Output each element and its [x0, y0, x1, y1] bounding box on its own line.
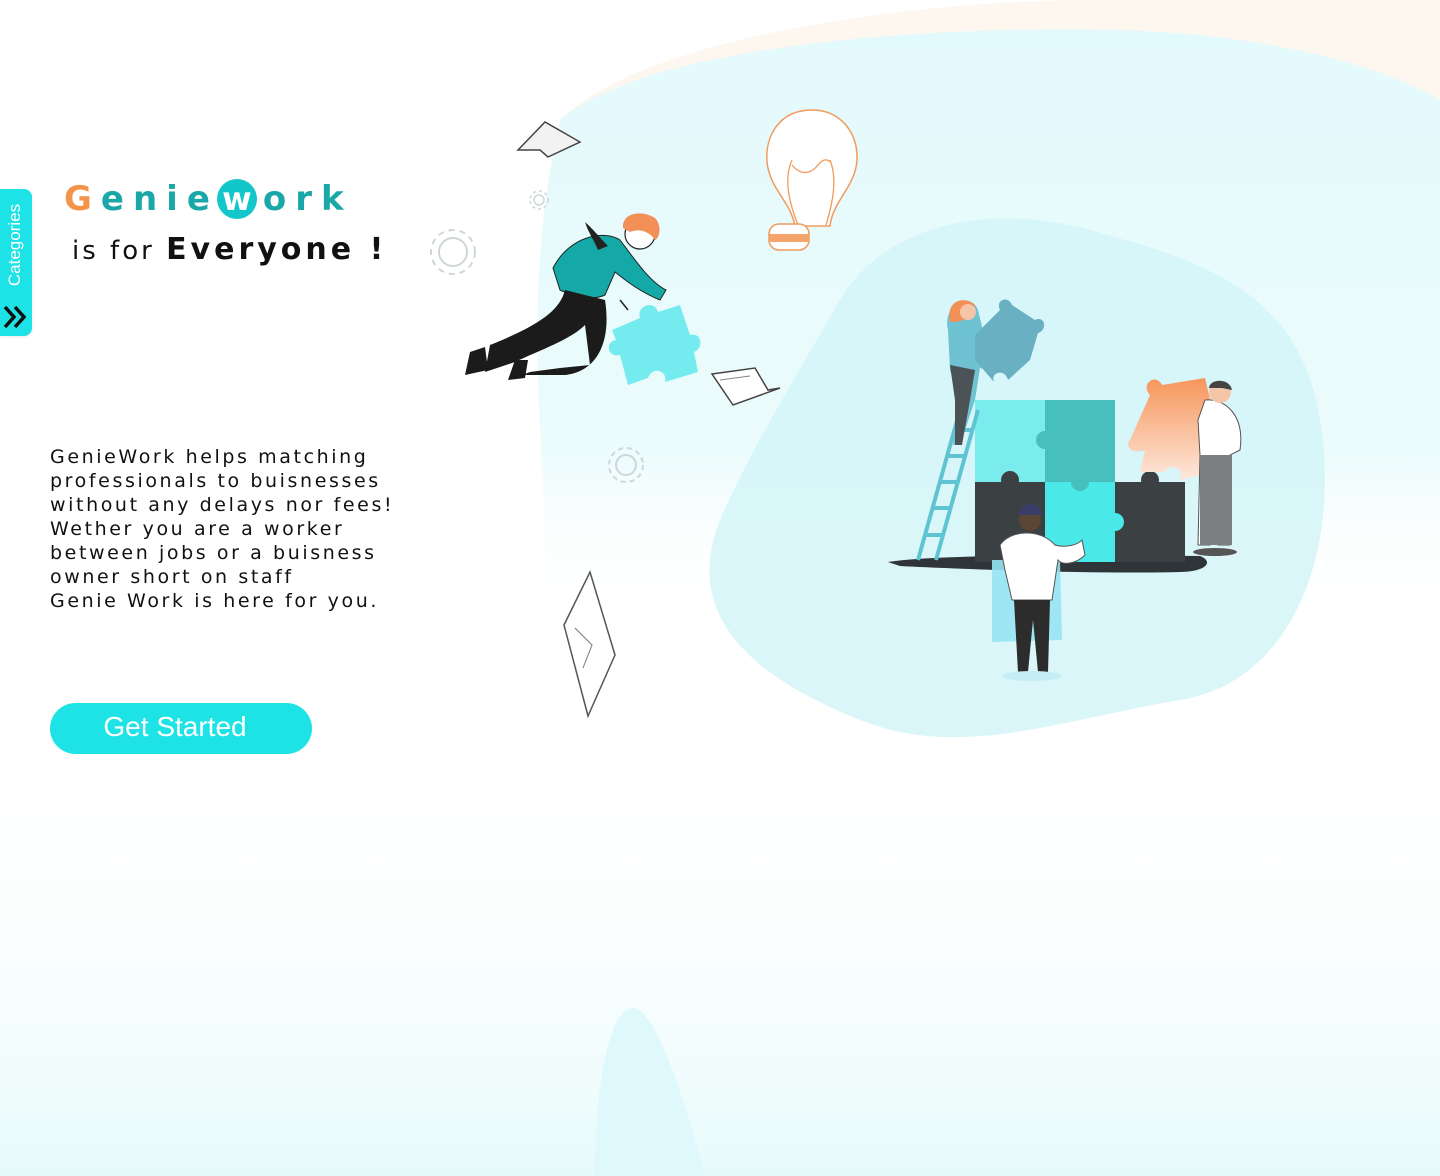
description: GenieWork helps matching professionals t… — [50, 445, 430, 613]
categories-label: Categories — [5, 203, 24, 287]
tagline-emphasis: Everyone ! — [166, 232, 388, 267]
description-line: professionals to buisnesses — [50, 470, 381, 492]
get-started-button[interactable]: Get Started — [50, 703, 312, 754]
brand-text-ork: ork — [262, 179, 353, 219]
gear-icon — [529, 190, 549, 210]
brand-text-enie: enie — [100, 179, 219, 219]
description-line: between jobs or a buisness — [50, 542, 377, 564]
description-line: GenieWork helps matching — [50, 446, 369, 468]
double-chevron-right-icon[interactable] — [2, 302, 32, 332]
description-line: Genie Work is here for you. — [50, 590, 380, 612]
tagline: is for Everyone ! — [72, 232, 387, 267]
description-line: owner short on staff — [50, 566, 294, 588]
tagline-prefix: is for — [72, 236, 155, 266]
gear-icon — [430, 229, 476, 275]
bottom-glow — [0, 760, 1440, 1176]
brand-w-badge: w — [216, 179, 257, 219]
description-line: Wether you are a worker — [50, 518, 345, 540]
description-line: without any delays nor fees! — [50, 494, 395, 516]
brand-logo[interactable]: G enie w ork — [64, 176, 353, 222]
brand-letter-g: G — [64, 179, 101, 219]
